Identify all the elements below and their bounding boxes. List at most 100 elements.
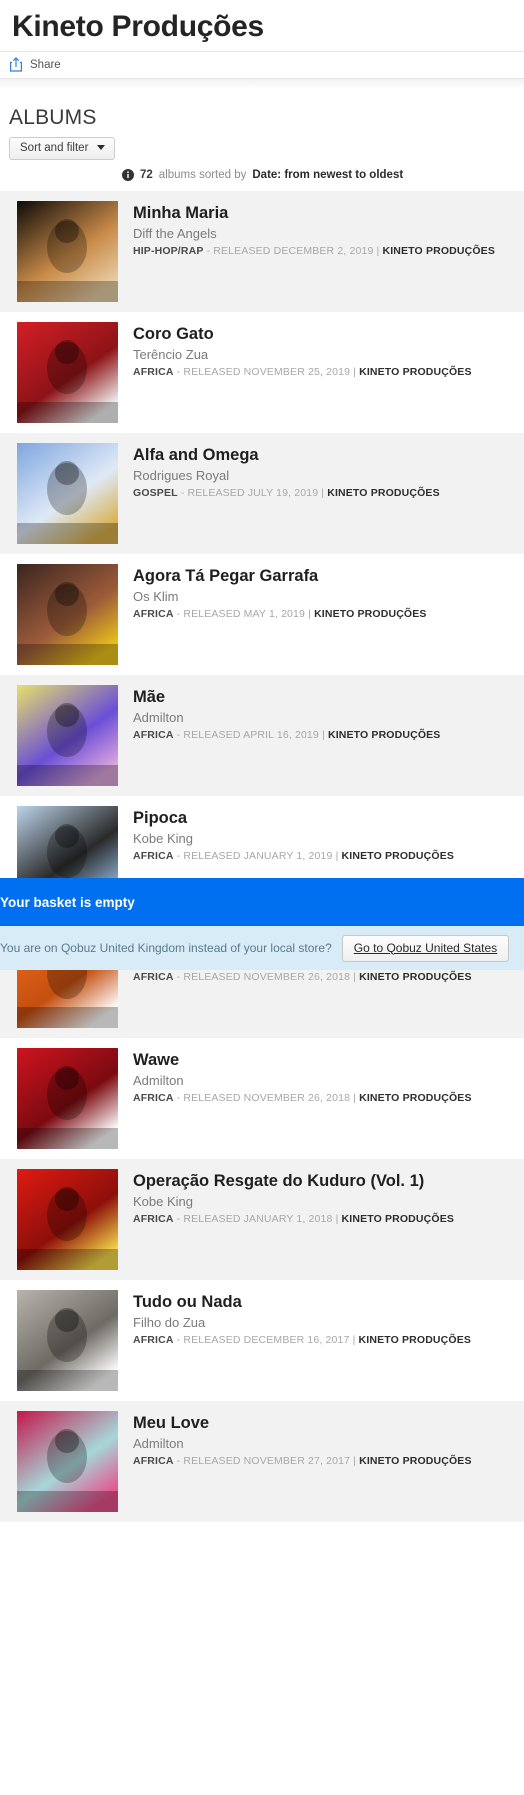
album-label[interactable]: KINETO PRODUÇÕES — [359, 1455, 471, 1467]
album-release-date: - RELEASED MAY 1, 2019 — [176, 607, 306, 620]
album-genre[interactable]: GOSPEL — [133, 487, 178, 499]
share-label: Share — [30, 58, 61, 71]
album-genre[interactable]: AFRICA — [133, 1455, 174, 1467]
album-artist[interactable]: Kobe King — [133, 1194, 454, 1209]
album-subline-separator: | — [308, 607, 311, 620]
cover-minha-maria[interactable] — [17, 201, 118, 303]
album-subline-separator: | — [352, 1333, 356, 1346]
album-genre[interactable]: AFRICA — [133, 971, 174, 983]
cover-operacao-resgate-do-kuduro[interactable] — [17, 1169, 118, 1271]
album-genre[interactable]: AFRICA — [133, 1092, 174, 1104]
qobuz-label-page: Kineto Produções Share ALBUMS Sort and f… — [0, 0, 524, 1795]
album-meta: Agora Tá Pegar Garrafa Os Klim AFRICA - RE… — [118, 564, 427, 665]
album-artist[interactable]: Terêncio Zua — [133, 347, 472, 362]
album-artist[interactable]: Diff the Angels — [133, 226, 495, 241]
cover-coro-gato[interactable] — [17, 322, 118, 424]
album-row[interactable]: Operação Resgate do Kuduro (Vol. 1) Kobe … — [0, 1159, 524, 1281]
store-switch-text: You are on Qobuz United Kingdom instead … — [0, 941, 332, 955]
album-title[interactable]: Mãe — [133, 687, 440, 708]
share-upload-icon — [9, 57, 23, 72]
album-label[interactable]: KINETO PRODUÇÕES — [328, 729, 440, 741]
album-label[interactable]: KINETO PRODUÇÕES — [314, 608, 426, 620]
cover-meu-love[interactable] — [17, 1411, 118, 1513]
cover-wawe[interactable] — [17, 1048, 118, 1150]
album-release-date: - RELEASED JULY 19, 2019 — [180, 486, 319, 499]
album-meta: Mãe Admilton AFRICA - RELEASED APRIL 16, 2… — [118, 685, 440, 786]
album-meta: Tudo ou Nada Filho do Zua AFRICA - RELEASE… — [118, 1290, 471, 1391]
share-bar: Share — [0, 50, 524, 79]
album-row[interactable]: Wawe Admilton AFRICA - RELEASED NOVEMBER 2… — [0, 1038, 524, 1160]
album-label[interactable]: KINETO PRODUÇÕES — [342, 1213, 454, 1225]
album-subline-separator: | — [322, 728, 325, 741]
album-meta: Operação Resgate do Kuduro (Vol. 1) Kobe … — [118, 1169, 454, 1270]
album-subline: AFRICA - RELEASED NOVEMBER 26, 2018 | KI… — [133, 1092, 472, 1104]
album-artist[interactable]: Admilton — [133, 1073, 472, 1088]
album-artist[interactable]: Filho do Zua — [133, 1315, 471, 1330]
album-title[interactable]: Pipoca — [133, 808, 454, 829]
album-label[interactable]: KINETO PRODUÇÕES — [359, 1334, 471, 1346]
chevron-down-icon — [97, 145, 106, 151]
album-release-date: - RELEASED NOVEMBER 26, 2018 — [176, 970, 351, 983]
album-genre[interactable]: AFRICA — [133, 608, 174, 620]
album-release-date: - RELEASED APRIL 16, 2019 — [176, 728, 319, 741]
album-artist[interactable]: Os Klim — [133, 589, 427, 604]
album-label[interactable]: KINETO PRODUÇÕES — [327, 487, 439, 499]
album-subline: AFRICA - RELEASED NOVEMBER 25, 2019 | KI… — [133, 366, 472, 378]
sort-and-filter-button[interactable]: Sort and filter — [9, 136, 116, 161]
album-genre[interactable]: AFRICA — [133, 366, 174, 378]
album-title[interactable]: Coro Gato — [133, 324, 472, 345]
album-title[interactable]: Tudo ou Nada — [133, 1292, 471, 1313]
album-row[interactable]: Coro Gato Terêncio Zua AFRICA - RELEASED N… — [0, 312, 524, 434]
album-count: 72 — [140, 169, 153, 182]
album-genre[interactable]: AFRICA — [133, 1334, 174, 1346]
album-title[interactable]: Agora Tá Pegar Garrafa — [133, 566, 427, 587]
album-label[interactable]: KINETO PRODUÇÕES — [359, 1092, 471, 1104]
album-artist[interactable]: Admilton — [133, 1436, 472, 1451]
album-artist[interactable]: Kobe King — [133, 831, 454, 846]
album-title[interactable]: Operação Resgate do Kuduro (Vol. 1) — [133, 1171, 454, 1192]
album-row[interactable]: Meu Love Admilton AFRICA - RELEASED NOVEMB… — [0, 1401, 524, 1523]
album-artist[interactable]: Admilton — [133, 710, 440, 725]
basket-banner[interactable]: Your basket is empty — [0, 878, 524, 926]
album-subline-separator: | — [353, 365, 357, 378]
album-release-date: - RELEASED NOVEMBER 25, 2019 — [176, 365, 351, 378]
go-to-store-button[interactable]: Go to Qobuz United States — [341, 934, 510, 962]
album-genre[interactable]: HIP-HOP/RAP — [133, 245, 204, 257]
cover-agora-ta-pegar-garrafa[interactable] — [17, 564, 118, 666]
album-title[interactable]: Alfa and Omega — [133, 445, 440, 466]
album-row[interactable]: Agora Tá Pegar Garrafa Os Klim AFRICA - RE… — [0, 554, 524, 676]
album-row[interactable]: Mãe Admilton AFRICA - RELEASED APRIL 16, 2… — [0, 675, 524, 797]
album-subline-separator: | — [321, 486, 325, 499]
album-label[interactable]: KINETO PRODUÇÕES — [383, 245, 495, 257]
album-title[interactable]: Wawe — [133, 1050, 472, 1071]
album-release-date: - RELEASED JANUARY 1, 2019 — [176, 849, 333, 862]
album-release-date: - RELEASED NOVEMBER 26, 2018 — [176, 1091, 351, 1104]
cover-mae[interactable] — [17, 685, 118, 787]
album-row[interactable]: Tudo ou Nada Filho do Zua AFRICA - RELEASE… — [0, 1280, 524, 1402]
album-label[interactable]: KINETO PRODUÇÕES — [359, 366, 471, 378]
album-subline: AFRICA - RELEASED JANUARY 1, 2018 | KINE… — [133, 1213, 454, 1225]
page-title: Kineto Produções — [12, 10, 264, 43]
album-subline: AFRICA - RELEASED APRIL 16, 2019 | KINET… — [133, 729, 440, 741]
album-row[interactable]: Alfa and Omega Rodrigues Royal GOSPEL - RE… — [0, 433, 524, 555]
album-genre[interactable]: AFRICA — [133, 850, 174, 862]
album-genre[interactable]: AFRICA — [133, 1213, 174, 1225]
album-artist[interactable]: Rodrigues Royal — [133, 468, 440, 483]
album-label[interactable]: KINETO PRODUÇÕES — [342, 850, 454, 862]
album-label[interactable]: KINETO PRODUÇÕES — [359, 971, 471, 983]
album-row[interactable]: Minha Maria Diff the Angels HIP-HOP/RAP - … — [0, 191, 524, 313]
album-subline-separator: | — [353, 1454, 357, 1467]
album-subline-separator: | — [376, 244, 380, 257]
cover-alfa-and-omega[interactable] — [17, 443, 118, 545]
album-subline: GOSPEL - RELEASED JULY 19, 2019 | KINETO… — [133, 487, 440, 499]
album-meta: Wawe Admilton AFRICA - RELEASED NOVEMBER 2… — [118, 1048, 472, 1149]
album-title[interactable]: Minha Maria — [133, 203, 495, 224]
album-subline-separator: | — [335, 1212, 339, 1225]
cover-tudo-ou-nada[interactable] — [17, 1290, 118, 1392]
share-button[interactable]: Share — [9, 57, 61, 72]
album-subline: AFRICA - RELEASED DECEMBER 16, 2017 | KI… — [133, 1334, 471, 1346]
album-release-date: - RELEASED NOVEMBER 27, 2017 — [176, 1454, 351, 1467]
album-genre[interactable]: AFRICA — [133, 729, 174, 741]
album-subline: AFRICA - RELEASED JANUARY 1, 2019 | KINE… — [133, 850, 454, 862]
album-title[interactable]: Meu Love — [133, 1413, 472, 1434]
